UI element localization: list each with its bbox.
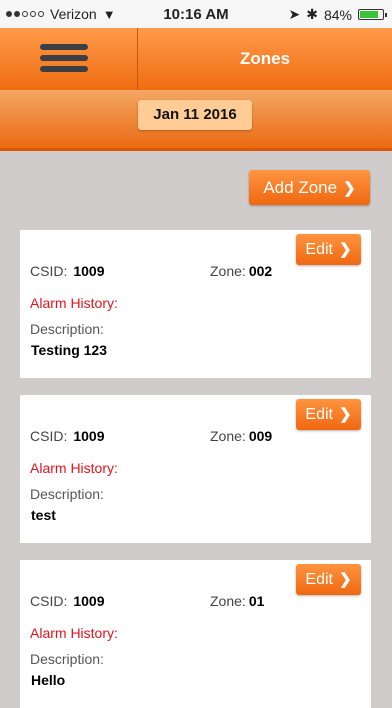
zone-row: Zone: 009 — [210, 428, 272, 444]
edit-button[interactable]: Edit ❯ — [296, 564, 361, 595]
edit-label: Edit — [305, 406, 333, 423]
csid-label: CSID: — [30, 263, 68, 279]
page-title: Zones — [239, 49, 291, 68]
bluetooth-icon: ✱ — [306, 6, 318, 22]
zone-row: Zone: 01 — [210, 593, 264, 609]
description-value: test — [31, 507, 56, 523]
chevron-right-icon: ❯ — [339, 241, 352, 258]
zone-card: Edit ❯ CSID: 1009 Zone: 009 Alarm History: … — [20, 395, 371, 543]
zone-value: 009 — [248, 428, 273, 444]
zone-label: Zone: — [210, 263, 246, 279]
add-zone-button[interactable]: Add Zone ❯ — [249, 170, 370, 205]
zone-label: Zone: — [210, 593, 246, 609]
csid-value: 1009 — [73, 428, 105, 444]
battery-icon — [358, 9, 387, 20]
alarm-history-label[interactable]: Alarm History: — [30, 460, 118, 476]
alarm-history-label[interactable]: Alarm History: — [30, 295, 118, 311]
description-label: Description: — [30, 486, 104, 502]
zone-card: Edit ❯ CSID: 1009 Zone: 002 Alarm History: … — [20, 230, 371, 378]
menu-button[interactable] — [0, 28, 138, 90]
csid-value: 1009 — [73, 593, 105, 609]
chevron-right-icon: ❯ — [339, 406, 352, 423]
date-strip: Jan 11 2016 — [0, 90, 392, 151]
battery-percent: 84% — [323, 6, 352, 23]
zone-card: Edit ❯ CSID: 1009 Zone: 01 Alarm History: D… — [20, 560, 371, 708]
chevron-right-icon: ❯ — [339, 571, 352, 588]
zone-label: Zone: — [210, 428, 246, 444]
description-value: Hello — [31, 672, 66, 688]
csid-label: CSID: — [30, 428, 68, 444]
description-label: Description: — [30, 321, 104, 337]
alarm-history-label[interactable]: Alarm History: — [30, 625, 118, 641]
csid-row: CSID: 1009 — [30, 593, 105, 609]
zone-value: 002 — [248, 263, 273, 279]
description-label: Description: — [30, 651, 104, 667]
location-arrow-icon: ➤ — [288, 6, 301, 22]
edit-button[interactable]: Edit ❯ — [296, 234, 361, 265]
csid-row: CSID: 1009 — [30, 263, 105, 279]
csid-label: CSID: — [30, 593, 68, 609]
edit-button[interactable]: Edit ❯ — [296, 399, 361, 430]
status-bar: Verizon ▼ 10:16 AM ➤ ✱ 84% — [0, 0, 392, 28]
description-value: Testing 123 — [31, 342, 107, 358]
chevron-right-icon: ❯ — [343, 180, 356, 197]
app-header: Zones — [0, 28, 392, 90]
edit-label: Edit — [305, 571, 333, 588]
hamburger-menu-icon[interactable] — [40, 44, 88, 77]
date-selector[interactable]: Jan 11 2016 — [138, 100, 252, 130]
status-right: ➤ ✱ 84% — [288, 6, 387, 23]
zone-value: 01 — [248, 593, 265, 609]
csid-value: 1009 — [73, 263, 105, 279]
add-zone-label: Add Zone — [263, 178, 338, 197]
zone-row: Zone: 002 — [210, 263, 272, 279]
csid-row: CSID: 1009 — [30, 428, 105, 444]
edit-label: Edit — [305, 241, 333, 258]
